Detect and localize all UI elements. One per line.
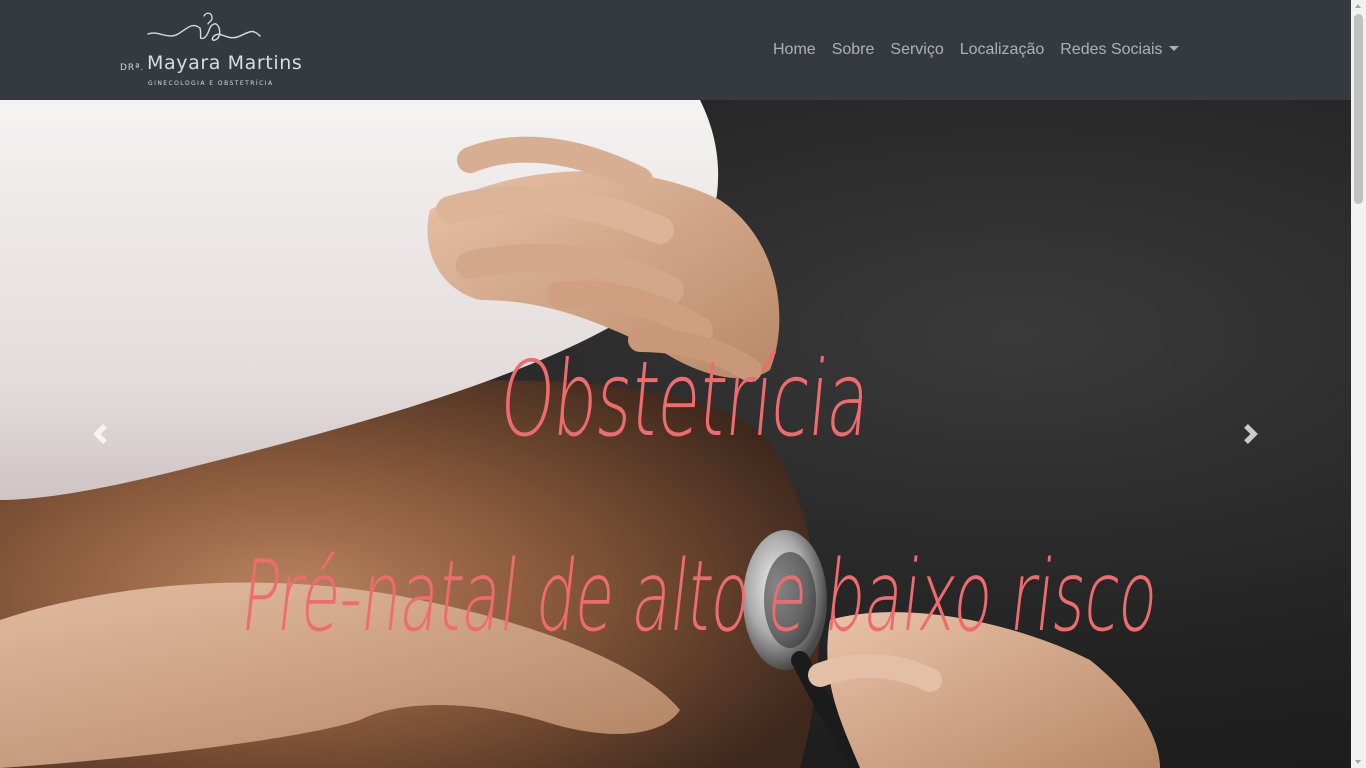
- brand-name: Mayara Martins: [147, 52, 303, 74]
- chevron-right-icon: [1244, 424, 1258, 444]
- nav-dropdown-redes-sociais[interactable]: Redes Sociais: [1052, 36, 1186, 64]
- page-scrollbar[interactable]: [1351, 0, 1366, 768]
- main-nav: Home Sobre Serviço Localização Redes Soc…: [765, 36, 1187, 64]
- navbar: DRª. Mayara Martins GINECOLOGIA E OBSTET…: [0, 0, 1351, 100]
- nav-dropdown-label: Redes Sociais: [1060, 41, 1163, 58]
- caret-down-icon: [1168, 46, 1179, 51]
- scrollbar-thumb[interactable]: [1354, 14, 1363, 204]
- brand-prefix: DRª.: [120, 63, 145, 73]
- nav-link-servico[interactable]: Serviço: [882, 36, 951, 64]
- scroll-down-icon[interactable]: [1355, 760, 1361, 764]
- logo-mark-icon: [147, 12, 261, 41]
- nav-link-home[interactable]: Home: [765, 36, 824, 64]
- hero-carousel: Obstetrícia Pré-natal de alto e baixo ri…: [0, 100, 1351, 768]
- nav-link-localizacao[interactable]: Localização: [952, 36, 1053, 64]
- carousel-next-button[interactable]: [1151, 100, 1351, 768]
- nav-link-sobre[interactable]: Sobre: [824, 36, 883, 64]
- brand-logo[interactable]: DRª. Mayara Martins GINECOLOGIA E OBSTET…: [118, 10, 302, 92]
- scroll-up-icon[interactable]: [1355, 4, 1361, 8]
- carousel-prev-button[interactable]: [0, 100, 200, 768]
- slide-title: Obstetrícia: [495, 338, 875, 460]
- brand-subtitle: GINECOLOGIA E OBSTETRÍCIA: [148, 80, 274, 87]
- slide-subtitle: Pré-natal de alto e baixo risco: [235, 540, 1164, 654]
- chevron-left-icon: [93, 424, 107, 444]
